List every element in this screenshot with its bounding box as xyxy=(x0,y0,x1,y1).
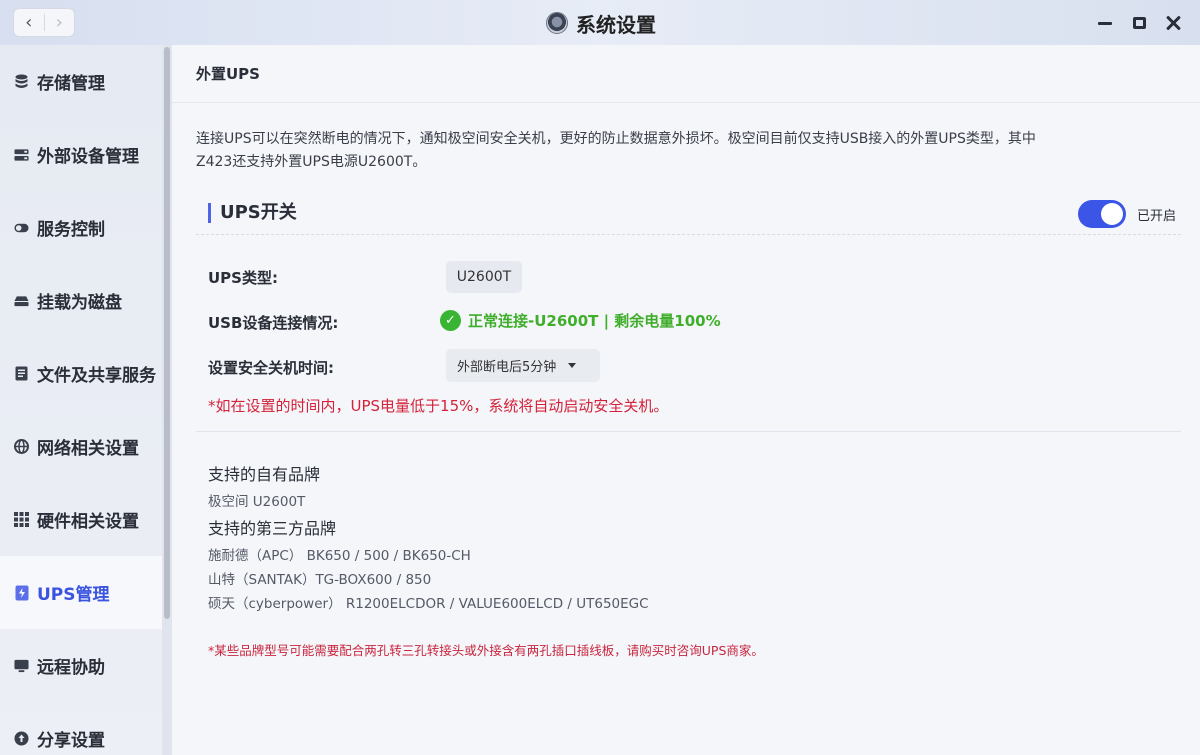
sidebar-item-label: UPS管理 xyxy=(37,585,110,605)
own-brand-title: 支持的自有品牌 xyxy=(208,465,321,484)
toggle-status-label: 已开启 xyxy=(1137,209,1177,224)
sidebar-item-label: 外部设备管理 xyxy=(37,147,139,167)
sidebar-item-label: 存储管理 xyxy=(37,74,105,94)
adapter-note: *某些品牌型号可能需要配合两孔转三孔转接头或外接含有两孔插口插线板，请购买时咨询… xyxy=(208,643,764,658)
toggle-icon xyxy=(14,220,29,235)
sidebar-item-label: 分享设置 xyxy=(37,731,105,751)
nav-buttons: ‹ › xyxy=(13,8,75,37)
database-icon xyxy=(14,74,29,89)
third-brand-title: 支持的第三方品牌 xyxy=(208,519,337,538)
chevron-left-icon: ‹ xyxy=(25,12,33,33)
divider xyxy=(196,431,1181,432)
ups-toggle-switch[interactable] xyxy=(1078,200,1126,228)
app-logo-icon xyxy=(546,12,568,34)
sidebar: 存储管理 外部设备管理 服务控制 挂载为磁盘 文件及共享服务 网络相关设置 硬件… xyxy=(0,45,172,755)
usb-status-text: 正常连接-U2600T | 剩余电量100% xyxy=(468,312,721,330)
sidebar-item-file-sharing[interactable]: 文件及共享服务 xyxy=(0,337,162,410)
close-button[interactable] xyxy=(1156,10,1190,36)
shutdown-time-label: 设置安全关机时间: xyxy=(208,359,334,377)
sidebar-scroll-thumb[interactable] xyxy=(164,47,170,619)
third-brand-item: 施耐德（APC） BK650 / 500 / BK650-CH xyxy=(208,548,471,564)
minimize-button[interactable] xyxy=(1088,10,1122,36)
device-icon xyxy=(14,147,29,162)
sidebar-item-remote-assist[interactable]: 远程协助 xyxy=(0,629,162,702)
sidebar-scrollbar[interactable] xyxy=(162,45,172,755)
drive-icon xyxy=(14,293,29,308)
ups-icon xyxy=(14,585,29,600)
own-brand-item: 极空间 U2600T xyxy=(208,494,306,510)
shutdown-time-value: 外部断电后5分钟 xyxy=(457,360,557,375)
maximize-icon xyxy=(1132,17,1146,29)
usb-status: ✓ 正常连接-U2600T | 剩余电量100% xyxy=(440,310,721,331)
share-icon xyxy=(14,731,29,746)
toggle-knob xyxy=(1101,203,1123,225)
globe-icon xyxy=(14,439,29,454)
shutdown-time-select[interactable]: 外部断电后5分钟 xyxy=(446,349,600,382)
forward-button[interactable]: › xyxy=(45,9,75,36)
shutdown-warning: *如在设置的时间内，UPS电量低于15%，系统将自动启动安全关机。 xyxy=(208,397,669,415)
usb-status-label: USB设备连接情况: xyxy=(208,314,339,332)
close-icon xyxy=(1165,15,1181,31)
ups-type-label: UPS类型: xyxy=(208,269,278,287)
minimize-icon xyxy=(1098,21,1112,25)
ups-switch-section: UPS开关 已开启 xyxy=(196,197,1181,235)
sidebar-item-share-settings[interactable]: 分享设置 xyxy=(0,702,162,755)
sidebar-item-label: 挂载为磁盘 xyxy=(37,293,122,313)
section-title: UPS开关 xyxy=(208,203,297,223)
chevron-right-icon: › xyxy=(55,12,63,33)
description: 连接UPS可以在突然断电的情况下，通知极空间安全关机，更好的防止数据意外损坏。极… xyxy=(196,128,1156,174)
third-brand-item: 硕天（cyberpower） R1200ELCDOR / VALUE600ELC… xyxy=(208,596,649,612)
document-icon xyxy=(14,366,29,381)
check-circle-icon: ✓ xyxy=(440,310,461,331)
description-line: 连接UPS可以在突然断电的情况下，通知极空间安全关机，更好的防止数据意外损坏。极… xyxy=(196,131,1036,147)
sidebar-item-label: 文件及共享服务 xyxy=(37,366,156,386)
title-bar: ‹ › 系统设置 xyxy=(0,0,1200,45)
ups-type-value: U2600T xyxy=(446,261,522,293)
sidebar-item-service-control[interactable]: 服务控制 xyxy=(0,191,162,264)
monitor-icon xyxy=(14,658,29,673)
main-panel: 外置UPS 连接UPS可以在突然断电的情况下，通知极空间安全关机，更好的防止数据… xyxy=(172,45,1200,755)
window-title: 系统设置 xyxy=(546,9,656,37)
sidebar-item-external-devices[interactable]: 外部设备管理 xyxy=(0,118,162,191)
maximize-button[interactable] xyxy=(1122,10,1156,36)
window-title-text: 系统设置 xyxy=(576,12,656,37)
sidebar-item-network[interactable]: 网络相关设置 xyxy=(0,410,162,483)
sidebar-item-ups[interactable]: UPS管理 xyxy=(0,556,162,629)
grid-icon xyxy=(14,512,29,527)
description-line: Z423还支持外置UPS电源U2600T。 xyxy=(196,154,427,170)
sidebar-item-label: 远程协助 xyxy=(37,658,105,678)
sidebar-item-storage[interactable]: 存储管理 xyxy=(0,45,162,118)
sidebar-item-mount-disk[interactable]: 挂载为磁盘 xyxy=(0,264,162,337)
page-title: 外置UPS xyxy=(172,45,1200,103)
third-brand-item: 山特（SANTAK）TG-BOX600 / 850 xyxy=(208,572,432,588)
sidebar-item-hardware[interactable]: 硬件相关设置 xyxy=(0,483,162,556)
window-controls xyxy=(1088,10,1190,36)
sidebar-item-label: 服务控制 xyxy=(37,220,105,240)
back-button[interactable]: ‹ xyxy=(14,9,44,36)
sidebar-item-label: 硬件相关设置 xyxy=(37,512,139,532)
caret-down-icon xyxy=(568,363,577,368)
sidebar-item-label: 网络相关设置 xyxy=(37,439,139,459)
